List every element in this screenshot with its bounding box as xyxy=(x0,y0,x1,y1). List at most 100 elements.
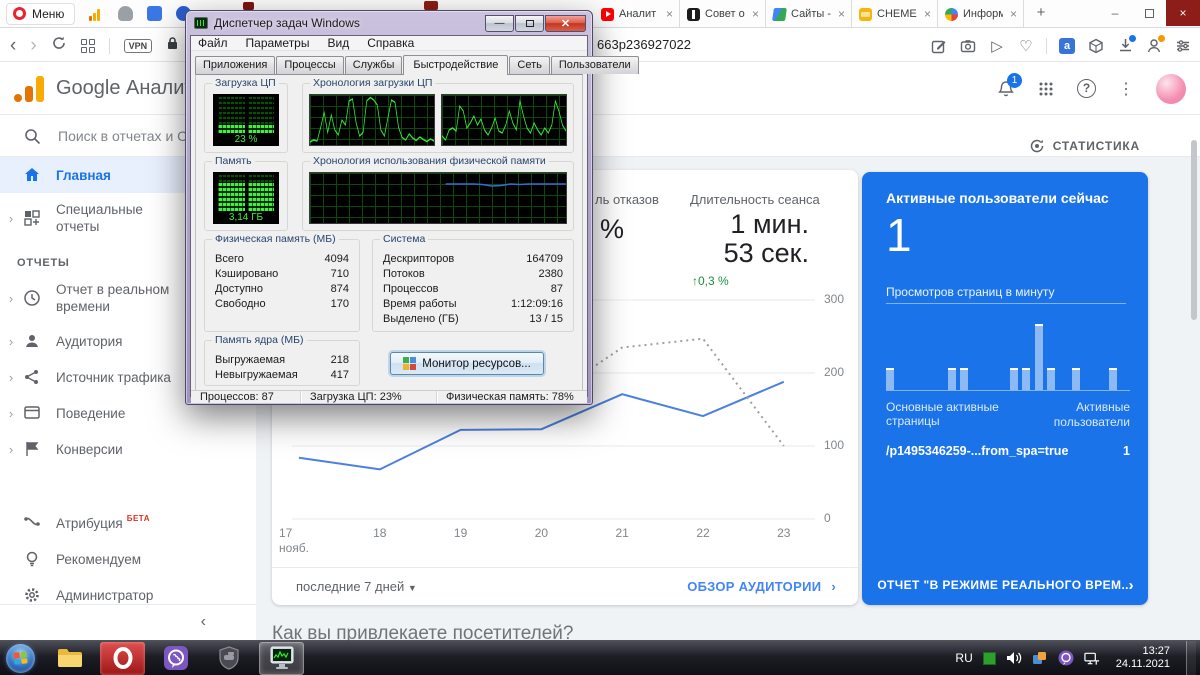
tm-minimize-button[interactable]: — xyxy=(485,15,514,32)
stats-button[interactable]: СТАТИСТИКА xyxy=(1029,138,1140,154)
tm-maximize-button[interactable] xyxy=(515,15,544,32)
address-bar-url[interactable]: 663p236927022 xyxy=(597,37,691,52)
show-desktop-button[interactable] xyxy=(1186,641,1196,675)
extension-icon[interactable]: a xyxy=(1058,37,1076,55)
tab-label: Совет о xyxy=(705,8,745,20)
overview-card-footer: последние 7 дней ▼ ОБЗОР АУДИТОРИИ › xyxy=(272,567,858,605)
help-icon[interactable]: ? xyxy=(1077,79,1096,98)
expand-chevron-icon[interactable]: › xyxy=(0,442,22,457)
tab-close-icon[interactable]: × xyxy=(836,7,847,21)
tm-menu-Файл[interactable]: Файл xyxy=(198,36,228,50)
memory-history-groupbox: Хронология использования физической памя… xyxy=(302,161,574,231)
edit-page-icon[interactable] xyxy=(930,37,948,55)
tray-app-icon[interactable] xyxy=(1032,650,1048,666)
red-pinned-tab-icon-2[interactable] xyxy=(424,1,438,10)
downloads-icon[interactable] xyxy=(1116,37,1134,55)
browser-minimize-button[interactable]: – xyxy=(1098,0,1132,26)
browser-tab-1[interactable]: Аналит× xyxy=(594,0,680,28)
expand-chevron-icon[interactable]: › xyxy=(0,211,22,226)
browser-tab-3[interactable]: Сайты -× xyxy=(766,0,852,28)
search-input[interactable]: Поиск в отчетах и Спра xyxy=(58,128,186,144)
network-icon[interactable] xyxy=(1084,650,1100,666)
clock[interactable]: 13:27 24.11.2021 xyxy=(1110,645,1176,671)
resource-monitor-button[interactable]: Монитор ресурсов... xyxy=(390,352,544,375)
viber-icon xyxy=(163,645,189,671)
task-manager-tabs: ПриложенияПроцессыСлужбыБыстродействиеСе… xyxy=(191,51,587,74)
cpu-history-group-label: Хронология загрузки ЦП xyxy=(310,77,435,89)
blue-app-pinned-tab-icon[interactable] xyxy=(147,6,162,21)
share-icon[interactable]: ▷ xyxy=(988,37,1006,55)
session-duration-delta: ↑0,3 % xyxy=(692,274,729,288)
task-manager-window[interactable]: Диспетчер задач Windows — ✕ Файл Параметр… xyxy=(185,10,593,405)
apps-grid-icon[interactable] xyxy=(1037,80,1055,98)
reload-button[interactable] xyxy=(51,35,67,56)
taskbar-wot-button[interactable] xyxy=(206,642,251,675)
audience-overview-link[interactable]: ОБЗОР АУДИТОРИИ › xyxy=(687,579,836,594)
sidebar-item-8[interactable]: ›Конверсии xyxy=(0,431,256,467)
tm-tab-Быстродействие[interactable]: Быстродействие xyxy=(403,55,508,75)
analytics-searchbar[interactable]: Поиск в отчетах и Спра xyxy=(0,116,1200,157)
page-scrollbar[interactable] xyxy=(1191,140,1197,320)
physical-memory-row-label: Свободно xyxy=(215,297,266,312)
sidebar-item-9[interactable]: АтрибуцияБЕТА xyxy=(0,505,256,541)
wot-shield-icon xyxy=(217,646,241,670)
sidebar-box-icon[interactable] xyxy=(1087,37,1105,55)
sidebar-collapse-button[interactable]: ‹ xyxy=(201,613,206,631)
volume-icon[interactable] xyxy=(1006,650,1022,666)
tm-close-button[interactable]: ✕ xyxy=(545,15,586,32)
tab-close-icon[interactable]: × xyxy=(1008,7,1019,21)
task-manager-icon xyxy=(194,17,208,29)
tm-menu-Справка[interactable]: Справка xyxy=(367,36,414,50)
task-manager-titlebar[interactable]: Диспетчер задач Windows — ✕ xyxy=(190,11,588,35)
red-pinned-tab-icon[interactable] xyxy=(243,2,254,10)
tab-close-icon[interactable]: × xyxy=(750,7,761,21)
expand-chevron-icon[interactable]: › xyxy=(0,291,22,306)
tm-menu-Параметры[interactable]: Параметры xyxy=(246,36,310,50)
forward-button[interactable]: › xyxy=(30,36,36,55)
snapshot-camera-icon[interactable] xyxy=(959,37,977,55)
tm-tab-Приложения[interactable]: Приложения xyxy=(195,56,275,74)
start-button[interactable] xyxy=(6,644,35,673)
tab-close-icon[interactable]: × xyxy=(922,7,933,21)
expand-chevron-icon[interactable]: › xyxy=(0,370,22,385)
tm-tab-Сеть[interactable]: Сеть xyxy=(509,56,549,74)
browser-tab-2[interactable]: Совет о × xyxy=(680,0,766,28)
active-page-row[interactable]: /p1495346259-...from_spa=true1 xyxy=(886,444,1130,458)
browser-maximize-button[interactable] xyxy=(1132,0,1166,26)
notifications-bell-icon[interactable]: 1 xyxy=(997,80,1015,98)
expand-chevron-icon[interactable]: › xyxy=(0,406,22,421)
language-indicator[interactable]: RU xyxy=(955,651,972,665)
search-icon xyxy=(24,128,41,150)
tab-close-icon[interactable]: × xyxy=(664,7,675,21)
new-tab-button[interactable]: + xyxy=(1030,3,1052,25)
tray-viber-icon[interactable] xyxy=(1058,650,1074,666)
settings-sliders-icon[interactable] xyxy=(1174,37,1192,55)
tm-tab-Процессы[interactable]: Процессы xyxy=(276,56,343,74)
speed-dial-icon[interactable] xyxy=(81,39,95,53)
browser-tab-4[interactable]: CHEMEL× xyxy=(852,0,938,28)
back-button[interactable]: ‹ xyxy=(10,36,16,55)
bookmark-heart-icon[interactable]: ♡ xyxy=(1017,37,1035,55)
browser-close-button[interactable]: × xyxy=(1166,0,1200,26)
analytics-pinned-tab-icon[interactable] xyxy=(89,6,104,21)
taskbar-viber-button[interactable] xyxy=(153,642,198,675)
tm-menu-Вид[interactable]: Вид xyxy=(327,36,349,50)
sidebar-item-10[interactable]: Рекомендуем xyxy=(0,541,256,577)
shield-pinned-tab-icon[interactable] xyxy=(118,6,133,21)
profile-icon[interactable] xyxy=(1145,37,1163,55)
realtime-report-link[interactable]: ОТЧЕТ "В РЕЖИМЕ РЕАЛЬНОГО ВРЕМ... › xyxy=(862,565,1148,605)
expand-chevron-icon[interactable]: › xyxy=(0,334,22,349)
vpn-badge[interactable]: VPN xyxy=(124,39,153,53)
tm-tab-Службы[interactable]: Службы xyxy=(345,56,403,74)
taskbar-explorer-button[interactable] xyxy=(47,642,92,675)
date-range-dropdown[interactable]: последние 7 дней ▼ xyxy=(296,579,417,594)
kebab-menu-icon[interactable]: ⋮ xyxy=(1118,79,1134,99)
taskbar-opera-button[interactable] xyxy=(100,642,145,675)
taskbar-taskmgr-button[interactable] xyxy=(259,642,304,675)
tm-tab-Пользователи[interactable]: Пользователи xyxy=(551,56,639,74)
browser-menu-button[interactable]: Меню xyxy=(6,3,75,25)
y-axis-tick: 200 xyxy=(824,365,860,379)
browser-tab-5[interactable]: Информ× xyxy=(938,0,1024,28)
avatar[interactable] xyxy=(1156,74,1186,104)
tray-green-icon[interactable] xyxy=(983,652,996,665)
